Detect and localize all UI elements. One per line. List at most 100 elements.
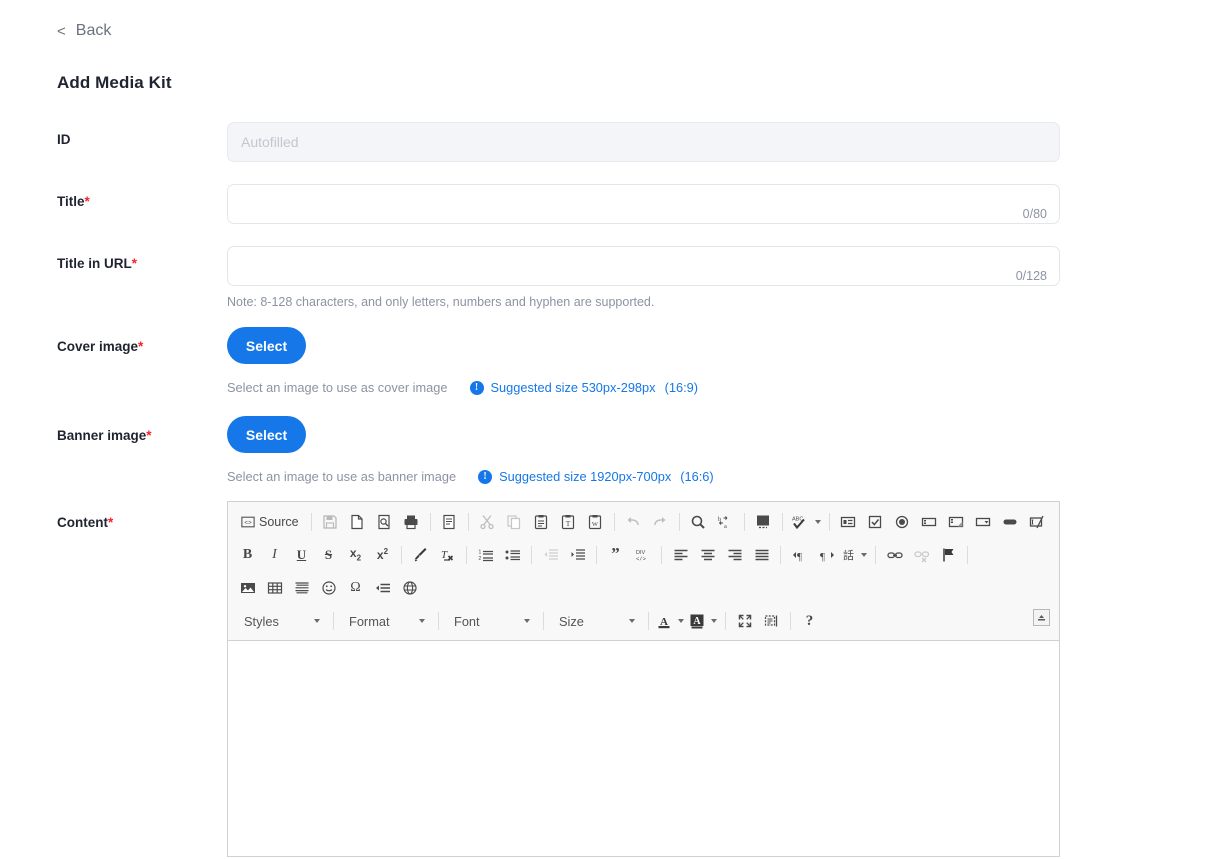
select-field-icon[interactable] — [971, 509, 996, 534]
select-all-icon[interactable] — [751, 509, 776, 534]
title-input-wrapper[interactable]: 0/80 — [227, 184, 1060, 224]
title-input[interactable] — [228, 185, 1059, 223]
title-in-url-input-wrapper[interactable]: 0/128 — [227, 246, 1060, 286]
toolbar-separator — [648, 612, 649, 630]
text-field-icon[interactable] — [917, 509, 942, 534]
decrease-indent-icon[interactable] — [538, 542, 563, 567]
preview-icon[interactable] — [372, 509, 397, 534]
table-icon[interactable] — [262, 575, 287, 600]
increase-indent-icon[interactable] — [565, 542, 590, 567]
chevron-down-icon — [524, 619, 530, 623]
toolbar-collapse-button[interactable] — [1033, 609, 1050, 626]
paste-as-text-icon[interactable]: T — [556, 509, 581, 534]
align-left-icon[interactable] — [668, 542, 693, 567]
iframe-icon[interactable] — [397, 575, 422, 600]
align-right-icon[interactable] — [722, 542, 747, 567]
toolbar-separator — [743, 512, 745, 531]
toolbar-separator — [333, 612, 334, 630]
image-button-icon[interactable] — [1025, 509, 1050, 534]
source-button[interactable]: <> Source — [235, 509, 305, 534]
cover-image-aspect-ratio: (16:9) — [664, 380, 699, 395]
horizontal-rule-icon[interactable] — [289, 575, 314, 600]
format-dropdown[interactable]: Format — [341, 609, 431, 634]
find-icon[interactable] — [686, 509, 711, 534]
cut-icon[interactable] — [475, 509, 500, 534]
copy-formatting-icon[interactable] — [408, 542, 433, 567]
paste-icon[interactable] — [529, 509, 554, 534]
cover-image-hint-text: Select an image to use as cover image — [227, 380, 448, 395]
align-center-icon[interactable] — [695, 542, 720, 567]
label-title-in-url: Title in URL* — [57, 256, 138, 271]
strikethrough-icon[interactable]: S — [316, 542, 341, 567]
required-asterisk: * — [138, 339, 144, 354]
language-icon[interactable]: 話 — [841, 542, 869, 567]
numbered-list-icon[interactable]: 12 — [473, 542, 498, 567]
anchor-icon[interactable] — [936, 542, 961, 567]
chevron-down-icon — [814, 519, 821, 524]
div-container-icon[interactable]: DIV </> — [630, 542, 655, 567]
text-color-icon[interactable]: A — [655, 609, 686, 634]
remove-format-icon[interactable]: T — [435, 542, 460, 567]
paste-from-word-icon[interactable]: W — [583, 509, 608, 534]
editor-toolbar: <> Source T W b a ABC B I U S x2 x2 T 1 … — [228, 502, 1059, 641]
toolbar-separator — [875, 545, 876, 564]
save-icon[interactable] — [318, 509, 343, 534]
italic-icon[interactable]: I — [262, 542, 287, 567]
unlink-icon[interactable] — [909, 542, 934, 567]
styles-dropdown[interactable]: Styles — [236, 609, 326, 634]
page-break-icon[interactable] — [370, 575, 395, 600]
bold-icon[interactable]: B — [235, 542, 260, 567]
superscript-icon[interactable]: x2 — [370, 542, 395, 567]
print-icon[interactable] — [399, 509, 424, 534]
title-in-url-input[interactable] — [228, 247, 1059, 285]
back-link[interactable]: < Back — [57, 22, 111, 40]
editor-content-area[interactable] — [228, 641, 1059, 856]
link-icon[interactable] — [882, 542, 907, 567]
svg-text:1: 1 — [478, 549, 481, 555]
new-page-icon[interactable] — [345, 509, 370, 534]
svg-text:T: T — [441, 549, 448, 561]
label-content: Content* — [57, 515, 114, 530]
templates-icon[interactable] — [437, 509, 462, 534]
justify-icon[interactable] — [749, 542, 774, 567]
redo-icon[interactable] — [648, 509, 673, 534]
info-icon: ! — [469, 380, 484, 395]
special-character-icon[interactable]: Ω — [343, 575, 368, 600]
text-direction-ltr-icon[interactable]: ¶ — [787, 542, 812, 567]
radio-icon[interactable] — [890, 509, 915, 534]
undo-icon[interactable] — [621, 509, 646, 534]
textarea-icon[interactable] — [944, 509, 969, 534]
background-color-icon[interactable]: A — [688, 609, 719, 634]
cover-image-suggested-size: Suggested size 530px-298px — [490, 380, 656, 395]
text-direction-rtl-icon[interactable]: ¶ — [814, 542, 839, 567]
toolbar-separator — [790, 612, 791, 630]
about-icon[interactable]: ? — [797, 609, 822, 634]
checkbox-icon[interactable] — [863, 509, 888, 534]
cover-image-select-button[interactable]: Select — [227, 327, 306, 364]
subscript-icon[interactable]: x2 — [343, 542, 368, 567]
svg-text:T: T — [566, 519, 571, 528]
smiley-icon[interactable] — [316, 575, 341, 600]
required-asterisk: * — [131, 256, 138, 271]
spell-check-icon[interactable]: ABC — [789, 509, 823, 534]
bulleted-list-icon[interactable] — [500, 542, 525, 567]
size-dropdown-label: Size — [559, 613, 584, 629]
font-dropdown[interactable]: Font — [446, 609, 536, 634]
form-row-content: Content* <> Source T W b a ABC B I U S x… — [0, 501, 1218, 859]
chevron-down-icon — [861, 552, 867, 557]
size-dropdown[interactable]: Size — [551, 609, 641, 634]
form-icon[interactable] — [836, 509, 861, 534]
copy-icon[interactable] — [502, 509, 527, 534]
id-input — [228, 123, 1059, 161]
underline-icon[interactable]: U — [289, 542, 314, 567]
image-icon[interactable] — [235, 575, 260, 600]
svg-text:A: A — [693, 616, 701, 627]
show-blocks-icon[interactable] — [759, 609, 784, 634]
replace-icon[interactable]: ba — [713, 509, 738, 534]
maximize-icon[interactable] — [732, 609, 757, 634]
banner-image-select-button[interactable]: Select — [227, 416, 306, 453]
blockquote-icon[interactable]: ” — [603, 542, 628, 567]
title-in-url-note: Note: 8-128 characters, and only letters… — [227, 295, 655, 309]
label-id: ID — [57, 132, 71, 147]
button-icon[interactable] — [998, 509, 1023, 534]
